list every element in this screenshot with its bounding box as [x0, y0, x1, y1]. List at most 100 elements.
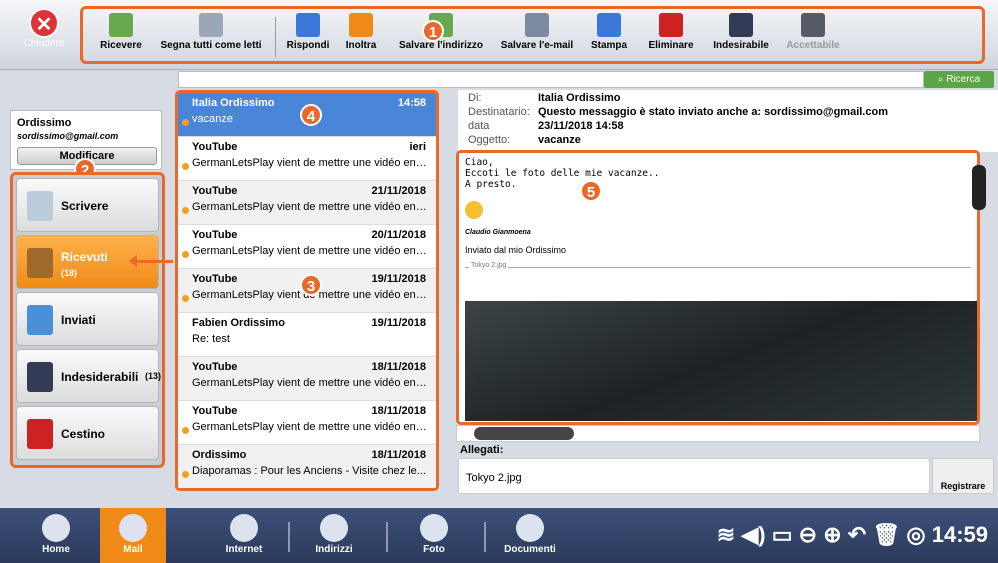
inbox-icon: [27, 248, 53, 278]
divider: [275, 17, 276, 57]
divider: [288, 522, 290, 552]
close-button[interactable]: ✕ Chiudere: [14, 8, 74, 64]
message-row[interactable]: YouTube 18/11/2018 GermanLetsPlay vient de…: [178, 401, 436, 445]
toolbar-actions: Ricevere Segna tutti come letti Rispondi…: [80, 6, 985, 64]
unread-dot-icon: [182, 163, 189, 170]
print-button[interactable]: Stampa: [589, 11, 629, 63]
delete-button[interactable]: Eliminare: [645, 11, 697, 63]
receive-button[interactable]: Ricevere: [93, 11, 149, 63]
trash-icon: [27, 419, 53, 449]
folder-inbox[interactable]: Ricevuti (18): [16, 235, 173, 289]
unread-dot-icon: [182, 119, 189, 126]
inline-attachment-name: Tokyo 2.jpg: [469, 262, 509, 269]
unread-dot-icon: [182, 251, 189, 258]
account-name: Ordissimo: [17, 117, 72, 129]
accept-button[interactable]: Accettabile: [783, 11, 843, 63]
folder-sent[interactable]: Inviati: [16, 292, 159, 346]
reply-icon: [296, 13, 320, 37]
taskbar-internet[interactable]: Internet: [216, 512, 272, 562]
message-row[interactable]: YouTube 20/11/2018 GermanLetsPlay vient de…: [178, 225, 436, 269]
plus-icon[interactable]: ⊕: [823, 522, 841, 547]
taskbar-home[interactable]: Home: [28, 512, 84, 562]
recipient: Questo messaggio è stato inviato anche a…: [538, 106, 888, 118]
receive-icon: [109, 13, 133, 37]
sender: Italia Ordissimo: [538, 92, 621, 104]
accept-icon: [801, 13, 825, 37]
save-attachment-button[interactable]: Registrare: [932, 458, 994, 494]
message-row[interactable]: Ordissimo 18/11/2018 Diaporamas : Pour les…: [178, 445, 436, 488]
unread-dot-icon: [182, 427, 189, 434]
wifi-icon[interactable]: ≋: [717, 522, 735, 547]
trash-icon: [659, 13, 683, 37]
smiley-icon: [465, 201, 483, 219]
message-date: 23/11/2018 14:58: [538, 120, 624, 132]
print-icon: [597, 13, 621, 37]
contacts-icon: [320, 514, 348, 542]
message-row[interactable]: YouTube ieri GermanLetsPlay vient de mettr…: [178, 137, 436, 181]
unread-dot-icon: [182, 207, 189, 214]
message-row[interactable]: YouTube 18/11/2018 GermanLetsPlay vient de…: [178, 357, 436, 401]
unread-dot-icon: [182, 471, 189, 478]
arrow-indicator: [129, 255, 173, 267]
mail-icon: [119, 514, 147, 542]
divider: [386, 522, 388, 552]
mark-read-icon: [199, 13, 223, 37]
junk-icon: [27, 362, 53, 392]
search-input[interactable]: [178, 71, 924, 88]
folder-junk[interactable]: Indesiderabili (13): [16, 349, 161, 403]
vertical-scrollbar[interactable]: [972, 165, 986, 210]
document-icon: [516, 514, 544, 542]
home-icon: [42, 514, 70, 542]
clock: 14:59: [931, 522, 988, 547]
camera-icon: [420, 514, 448, 542]
status-area: ≋ ◀) ▭ ⊖ ⊕ ↶ 🗑 ◎ 14:59: [717, 522, 988, 548]
message-subject: vacanze: [538, 134, 581, 146]
message-row[interactable]: YouTube 21/11/2018 GermanLetsPlay vient de…: [178, 181, 436, 225]
help-icon[interactable]: ◎: [906, 522, 925, 547]
save-email-icon: [525, 13, 549, 37]
taskbar-contacts[interactable]: Indirizzi: [304, 512, 364, 562]
unread-dot-icon: [182, 295, 189, 302]
junk-button[interactable]: Indesirabile: [709, 11, 773, 63]
forward-button[interactable]: Inoltra: [339, 11, 383, 63]
top-toolbar: ✕ Chiudere Ricevere Segna tutti come let…: [0, 0, 998, 70]
save-email-button[interactable]: Salvare l'e-mail: [497, 11, 577, 63]
undo-icon[interactable]: ↶: [848, 522, 866, 547]
sent-from: Inviato dal mio Ordissimo: [465, 245, 567, 255]
search-button[interactable]: ⌕ Ricerca: [924, 71, 994, 88]
minus-icon[interactable]: ⊖: [799, 522, 817, 547]
globe-icon: [230, 514, 258, 542]
volume-icon[interactable]: ◀): [741, 522, 765, 547]
message-body: Ciao, Eccoti le foto delle mie vacanze.. A…: [456, 150, 980, 425]
forward-icon: [349, 13, 373, 37]
attachments-box: [458, 458, 930, 494]
taskbar-photos[interactable]: Foto: [406, 512, 462, 562]
taskbar-documents[interactable]: Documenti: [498, 512, 562, 562]
callout-badge-3: 3: [300, 274, 322, 296]
account-email: sordissimo@gmail.com: [17, 131, 119, 141]
folder-list: Scrivere Ricevuti (18) Inviati Indesidera…: [10, 172, 173, 468]
reply-button[interactable]: Rispondi: [283, 11, 333, 63]
divider: [465, 267, 971, 268]
close-label: Chiudere: [23, 38, 65, 49]
message-row[interactable]: Fabien Ordissimo 19/11/2018 Re: test: [178, 313, 436, 357]
attachment-file[interactable]: Tokyo 2.jpg: [466, 472, 522, 484]
junk-icon: [729, 13, 753, 37]
signature: Claudio Gianmoena: [465, 229, 531, 236]
folder-compose[interactable]: Scrivere: [16, 178, 159, 232]
attachments-label: Allegati:: [460, 444, 504, 456]
close-icon: ✕: [29, 8, 59, 38]
callout-badge-5: 5: [580, 180, 602, 202]
attached-photo: [465, 301, 977, 421]
compose-icon: [27, 191, 53, 221]
message-header: Di: Italia Ordissimo Destinatario: Questo …: [458, 90, 998, 152]
scroll-thumb[interactable]: [474, 427, 574, 440]
sent-icon: [27, 305, 53, 335]
taskbar-mail[interactable]: Mail: [100, 508, 166, 563]
battery-icon[interactable]: ▭: [772, 522, 793, 547]
mark-all-read-button[interactable]: Segna tutti come letti: [159, 11, 263, 63]
trash-icon[interactable]: 🗑: [872, 522, 900, 547]
divider: [484, 522, 486, 552]
callout-badge-1: 1: [422, 20, 444, 42]
folder-trash[interactable]: Cestino: [16, 406, 159, 460]
